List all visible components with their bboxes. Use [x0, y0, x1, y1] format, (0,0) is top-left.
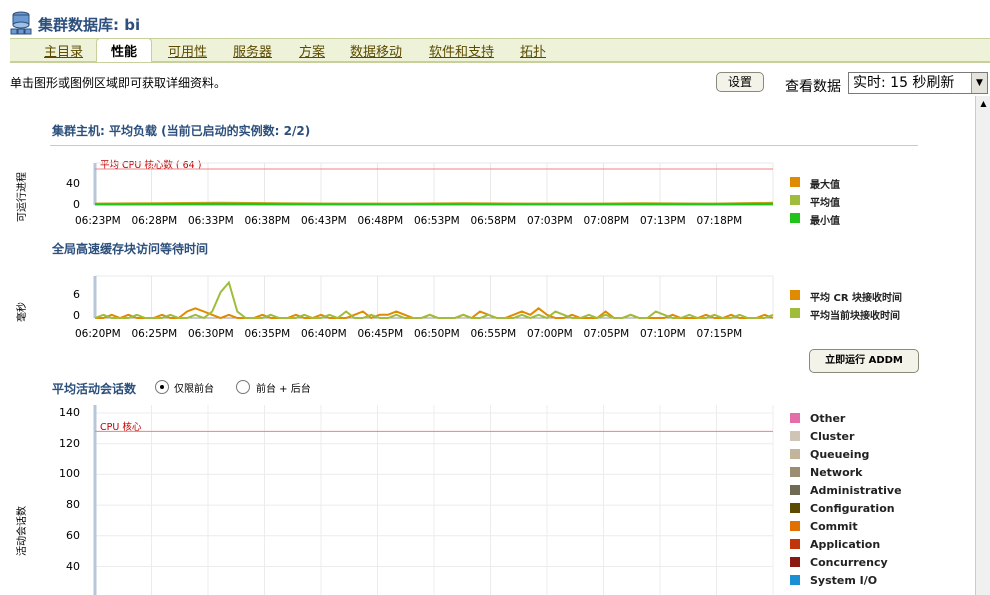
- view-data-select[interactable]: 实时: 15 秒刷新 ▼: [848, 72, 988, 94]
- chart1-ytick: 40: [66, 177, 80, 190]
- settings-button[interactable]: 设置: [716, 72, 764, 92]
- chart2-ylabel: 毫秒: [17, 302, 28, 322]
- scroll-up-icon[interactable]: ▲: [976, 96, 990, 111]
- legend-swatch[interactable]: [790, 557, 800, 567]
- x-tick-label: 07:10PM: [640, 328, 686, 340]
- x-tick-label: 06:38PM: [244, 215, 291, 227]
- legend-label[interactable]: Configuration: [810, 502, 895, 515]
- radio-foreground-background-label: 前台 + 后台: [256, 384, 311, 395]
- chart1-ylabel: 可运行进程: [17, 172, 28, 222]
- legend-label[interactable]: 最小值: [810, 212, 840, 227]
- x-tick-label: 07:13PM: [640, 215, 686, 227]
- x-tick-label: 07:08PM: [583, 215, 630, 227]
- x-tick-label: 06:43PM: [301, 215, 347, 227]
- legend-label[interactable]: Application: [810, 538, 880, 551]
- legend-label[interactable]: Queueing: [810, 448, 869, 461]
- view-data-value: 实时: 15 秒刷新: [853, 75, 955, 91]
- legend-label[interactable]: 最大值: [810, 176, 840, 191]
- legend-label[interactable]: 平均 CR 块接收时间: [810, 289, 902, 304]
- tab-server[interactable]: 服务器: [233, 41, 272, 60]
- x-tick-label: 06:23PM: [75, 215, 121, 227]
- tab-data-movement[interactable]: 数据移动: [350, 41, 402, 60]
- x-tick-label: 07:05PM: [583, 328, 630, 340]
- tab-schema[interactable]: 方案: [299, 41, 325, 60]
- tab-performance[interactable]: 性能: [96, 38, 153, 62]
- tab-home[interactable]: 主目录: [44, 41, 83, 60]
- x-tick-label: 06:48PM: [357, 215, 404, 227]
- chart3-ytick: 120: [59, 436, 80, 450]
- page-header: 集群数据库: bi: [0, 0, 990, 38]
- chart3-ytick: 60: [66, 528, 80, 542]
- x-tick-label: 06:25PM: [131, 328, 178, 340]
- tab-availability[interactable]: 可用性: [168, 41, 207, 60]
- chart3-ytick: 40: [66, 559, 80, 573]
- tab-software-support[interactable]: 软件和支持: [429, 41, 494, 60]
- x-tick-label: 06:35PM: [244, 328, 291, 340]
- tab-topology[interactable]: 拓扑: [520, 41, 546, 60]
- x-tick-label: 06:40PM: [301, 328, 347, 340]
- legend-label[interactable]: 平均当前块接收时间: [810, 307, 900, 322]
- chart2-ytick: 6: [73, 288, 80, 301]
- radio-foreground-background[interactable]: [236, 380, 250, 394]
- x-tick-label: 06:55PM: [470, 328, 517, 340]
- x-tick-label: 07:15PM: [696, 328, 743, 340]
- legend-label[interactable]: Network: [810, 466, 862, 479]
- section-divider: [50, 145, 918, 146]
- legend-label[interactable]: Concurrency: [810, 556, 888, 569]
- legend-swatch[interactable]: [790, 539, 800, 549]
- legend-label[interactable]: Cluster: [810, 430, 854, 443]
- chart2-plot[interactable]: [93, 275, 774, 324]
- chart3-ytick: 100: [59, 467, 80, 481]
- database-icon: [10, 11, 32, 35]
- legend-label[interactable]: System I/O: [810, 574, 877, 587]
- legend-label[interactable]: Other: [810, 412, 845, 425]
- x-tick-label: 06:58PM: [470, 215, 517, 227]
- tab-bar: 主目录 性能 可用性 服务器 方案 数据移动 软件和支持 拓扑: [10, 38, 990, 63]
- legend-label[interactable]: Commit: [810, 520, 858, 533]
- chart3-ytick: 80: [66, 498, 80, 512]
- chevron-down-icon[interactable]: ▼: [971, 73, 987, 93]
- legend-swatch[interactable]: [790, 213, 800, 223]
- legend-label[interactable]: Administrative: [810, 484, 902, 497]
- legend-swatch[interactable]: [790, 521, 800, 531]
- x-tick-label: 06:50PM: [414, 328, 460, 340]
- legend-swatch[interactable]: [790, 177, 800, 187]
- chart3-title: 平均活动会话数: [52, 382, 137, 396]
- page-title: 集群数据库: bi: [38, 16, 141, 34]
- legend-swatch[interactable]: [790, 449, 800, 459]
- x-tick-label: 06:33PM: [188, 215, 234, 227]
- legend-swatch[interactable]: [790, 413, 800, 423]
- legend-swatch[interactable]: [790, 467, 800, 477]
- chart1-title: 集群主机: 平均负载 (当前已启动的实例数: 2/2): [52, 124, 311, 138]
- radio-foreground-only-label: 仅限前台: [174, 384, 214, 395]
- instruction-text: 单击图形或图例区域即可获取详细资料。: [10, 76, 227, 90]
- x-tick-label: 07:00PM: [527, 328, 573, 340]
- radio-foreground-only[interactable]: [155, 380, 169, 394]
- x-tick-label: 06:30PM: [188, 328, 234, 340]
- x-tick-label: 07:03PM: [527, 215, 573, 227]
- x-tick-label: 07:18PM: [696, 215, 743, 227]
- chart3-plot[interactable]: [93, 405, 774, 595]
- legend-swatch[interactable]: [790, 195, 800, 205]
- view-data-label: 查看数据: [785, 79, 841, 95]
- x-tick-label: 06:28PM: [131, 215, 178, 227]
- legend-label[interactable]: 平均值: [810, 194, 840, 209]
- run-addm-button[interactable]: 立即运行 ADDM: [809, 349, 919, 373]
- x-tick-label: 06:20PM: [75, 328, 121, 340]
- legend-swatch[interactable]: [790, 575, 800, 585]
- chart2-ytick: 0: [73, 309, 80, 322]
- chart1-plot[interactable]: [93, 162, 774, 213]
- legend-swatch[interactable]: [790, 431, 800, 441]
- x-tick-label: 06:53PM: [414, 215, 460, 227]
- legend-swatch[interactable]: [790, 308, 800, 318]
- chart1-ytick: 0: [73, 198, 80, 211]
- chart2-title: 全局高速缓存块访问等待时间: [52, 242, 209, 256]
- vertical-scrollbar[interactable]: ▲: [975, 96, 990, 595]
- legend-swatch[interactable]: [790, 503, 800, 513]
- legend-swatch[interactable]: [790, 485, 800, 495]
- chart3-ylabel: 活动会话数: [17, 506, 28, 556]
- legend-swatch[interactable]: [790, 290, 800, 300]
- chart3-ytick: 140: [59, 406, 80, 419]
- x-tick-label: 06:45PM: [357, 328, 404, 340]
